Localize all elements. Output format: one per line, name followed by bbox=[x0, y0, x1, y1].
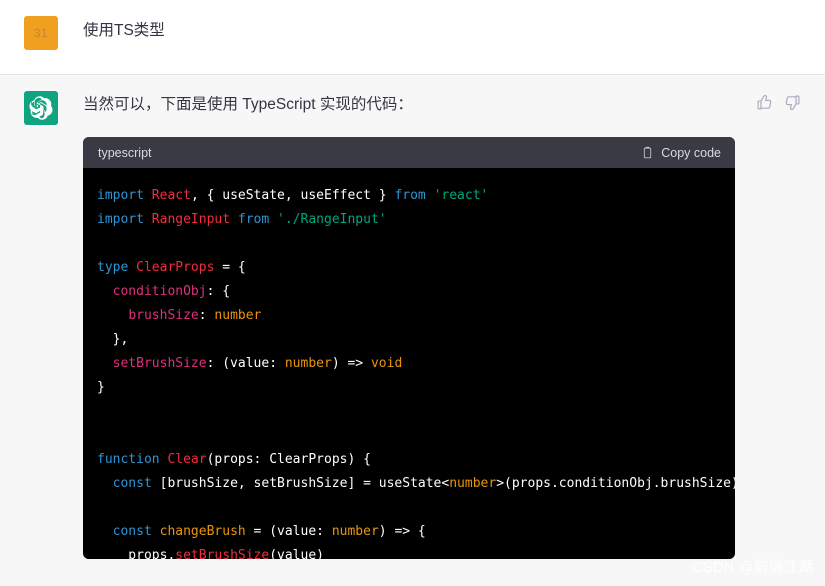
code-token: 'react' bbox=[433, 188, 489, 204]
code-token: : { bbox=[206, 284, 231, 300]
code-token: ) => { bbox=[378, 524, 426, 540]
assistant-message-header: 当然可以，下面是使用 TypeScript 实现的代码： bbox=[83, 91, 807, 116]
assistant-avatar bbox=[24, 91, 58, 125]
code-line: }, bbox=[97, 328, 719, 352]
code-line: type ClearProps = { bbox=[97, 256, 719, 280]
code-token: (value) bbox=[269, 548, 324, 560]
code-token: }, bbox=[97, 332, 129, 348]
code-token: const bbox=[112, 524, 160, 540]
code-token: function bbox=[97, 452, 168, 468]
user-avatar-label: 31 bbox=[33, 26, 49, 40]
code-token: number bbox=[284, 356, 332, 372]
code-token: void bbox=[370, 356, 403, 372]
code-token: type bbox=[97, 260, 137, 276]
code-token: number bbox=[214, 308, 262, 324]
code-line: import RangeInput from './RangeInput' bbox=[97, 208, 719, 232]
code-line: const changeBrush = (value: number) => { bbox=[97, 520, 719, 544]
code-token: from bbox=[394, 188, 434, 204]
assistant-message-body: 当然可以，下面是使用 TypeScript 实现的代码： typescript … bbox=[83, 91, 825, 560]
thumbs-down-icon[interactable] bbox=[784, 94, 801, 111]
code-token: [brushSize, setBrushSize] = useState< bbox=[159, 476, 450, 492]
code-line: setBrushSize: (value: number) => void bbox=[97, 352, 719, 376]
code-token: import bbox=[97, 188, 152, 204]
code-token: (props: ClearProps) { bbox=[206, 452, 371, 468]
code-token: ClearProps bbox=[136, 260, 223, 276]
code-block: typescript Copy code import React, { use… bbox=[83, 137, 735, 560]
code-line: import React, { useState, useEffect } fr… bbox=[97, 184, 719, 208]
code-token: = (value: bbox=[253, 524, 332, 540]
assistant-message-text: 当然可以，下面是使用 TypeScript 实现的代码： bbox=[83, 96, 413, 113]
code-token: number bbox=[331, 524, 379, 540]
code-token: = { bbox=[222, 260, 246, 276]
user-avatar: 31 bbox=[24, 16, 58, 50]
thumbs-up-icon[interactable] bbox=[756, 94, 773, 111]
code-token: , { useState, useEffect } bbox=[190, 188, 395, 204]
user-avatar-column: 31 bbox=[0, 16, 83, 50]
clipboard-icon bbox=[641, 146, 654, 160]
code-line: brushSize: number bbox=[97, 304, 719, 328]
code-token: : bbox=[198, 308, 215, 324]
code-token: import bbox=[97, 212, 152, 228]
assistant-message-turn: 当然可以，下面是使用 TypeScript 实现的代码： typescript … bbox=[0, 75, 825, 586]
code-token: './RangeInput' bbox=[277, 212, 387, 228]
code-token: React bbox=[151, 188, 191, 204]
copy-code-button[interactable]: Copy code bbox=[641, 146, 721, 160]
code-line: const [brushSize, setBrushSize] = useSta… bbox=[97, 472, 735, 496]
code-token: RangeInput bbox=[151, 212, 238, 228]
code-line: function Clear(props: ClearProps) { bbox=[97, 448, 719, 472]
code-token: ) => bbox=[331, 356, 371, 372]
feedback-buttons bbox=[756, 91, 801, 111]
code-line: conditionObj: { bbox=[97, 280, 719, 304]
code-token: from bbox=[237, 212, 278, 228]
code-token: changeBrush bbox=[159, 524, 254, 540]
user-message-body: 使用TS类型 bbox=[83, 16, 825, 42]
copy-code-label: Copy code bbox=[661, 145, 721, 160]
code-token: number bbox=[449, 476, 497, 492]
code-line: } bbox=[97, 376, 719, 400]
code-token: >(props.conditionObj.brushSize) bbox=[496, 476, 735, 492]
code-token: const bbox=[112, 476, 160, 492]
code-token: brushSize bbox=[128, 308, 199, 324]
code-token: props. bbox=[97, 548, 176, 560]
user-message-text: 使用TS类型 bbox=[83, 22, 165, 39]
openai-logo-icon bbox=[29, 96, 53, 120]
code-token: setBrushSize bbox=[112, 356, 207, 372]
code-token: } bbox=[97, 380, 105, 396]
code-line: props.setBrushSize(value) bbox=[97, 544, 719, 559]
code-content[interactable]: import React, { useState, useEffect } fr… bbox=[83, 168, 735, 560]
code-token: setBrushSize bbox=[175, 548, 270, 560]
code-token: Clear bbox=[167, 452, 207, 468]
user-message-turn: 31 使用TS类型 bbox=[0, 0, 825, 75]
code-block-header: typescript Copy code bbox=[83, 137, 735, 169]
code-token: conditionObj bbox=[112, 284, 207, 300]
assistant-avatar-column bbox=[0, 91, 83, 125]
code-token: : (value: bbox=[206, 356, 285, 372]
code-language-label: typescript bbox=[98, 145, 152, 160]
